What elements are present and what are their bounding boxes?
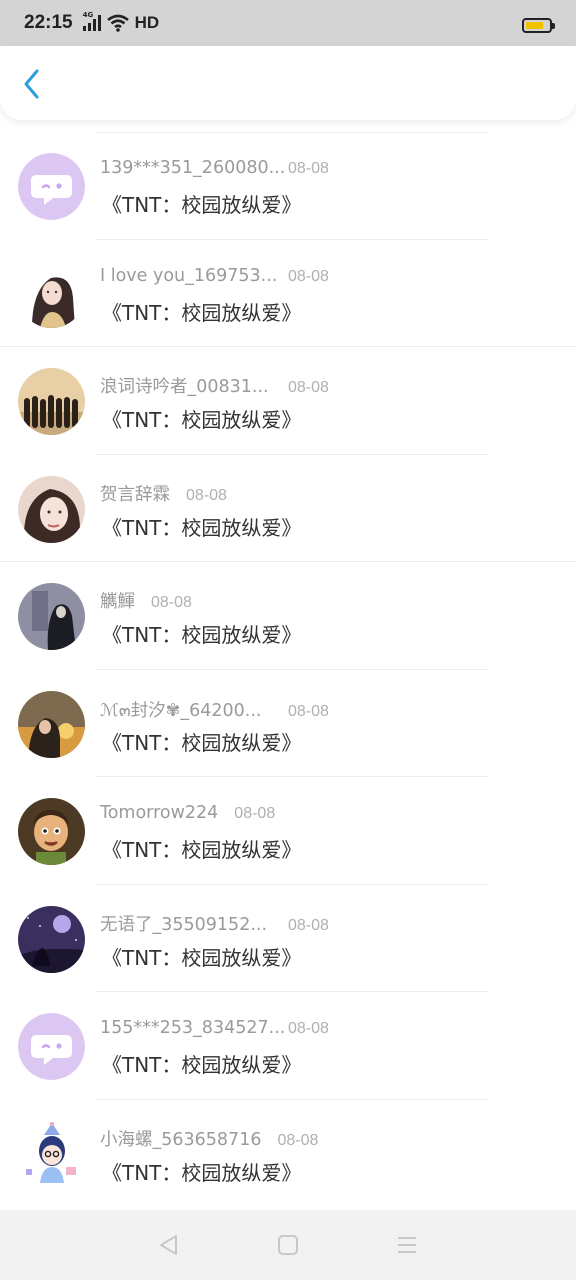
signal-icon: 4G bbox=[82, 11, 101, 31]
default-chat-avatar-icon bbox=[18, 1013, 85, 1080]
top-header bbox=[0, 46, 576, 120]
purple-night-avatar-icon bbox=[18, 905, 85, 973]
item-meta: Tomorrow224 08-08 bbox=[100, 803, 275, 823]
item-date: 08-08 bbox=[288, 916, 329, 934]
back-button[interactable] bbox=[14, 66, 50, 102]
list-item[interactable]: ℳ๓封汐✾_64200... 08-08 《TNT：校园放纵爱》 bbox=[0, 670, 576, 777]
nav-home-button[interactable] bbox=[268, 1225, 308, 1265]
wifi-icon bbox=[106, 14, 129, 32]
three-lines-menu-icon bbox=[397, 1237, 416, 1253]
item-title[interactable]: 《TNT：校园放纵爱》 bbox=[102, 189, 301, 218]
item-title[interactable]: 《TNT：校园放纵爱》 bbox=[102, 1157, 301, 1186]
item-title[interactable]: 《TNT：校园放纵爱》 bbox=[102, 297, 301, 326]
item-title[interactable]: 《TNT：校园放纵爱》 bbox=[102, 834, 301, 863]
item-date: 08-08 bbox=[288, 702, 329, 720]
battery-icon bbox=[522, 18, 555, 33]
cartoon-boy-avatar-icon bbox=[18, 798, 85, 865]
item-meta: 小海螺_563658716 08-08 bbox=[100, 1126, 318, 1151]
item-meta: ℳ๓封汐✾_64200... 08-08 bbox=[100, 696, 329, 724]
status-bar: 22:15 4G HD bbox=[0, 0, 576, 46]
list-item[interactable]: 觽鯶 08-08 《TNT：校园放纵爱》 bbox=[0, 562, 576, 670]
status-time: 22:15 bbox=[24, 12, 73, 33]
status-left: 22:15 4G HD bbox=[24, 11, 160, 34]
user-name[interactable]: 觽鯶 bbox=[100, 588, 135, 613]
nav-menu-button[interactable] bbox=[387, 1225, 427, 1265]
dark-figure-avatar-icon bbox=[18, 583, 85, 650]
user-name[interactable]: Tomorrow224 bbox=[100, 803, 218, 823]
birthday-cartoon-avatar-icon bbox=[18, 1120, 85, 1188]
item-meta: I love you_169753... 08-08 bbox=[100, 266, 329, 286]
item-meta: 觽鯶 08-08 bbox=[100, 588, 192, 613]
user-name[interactable]: 贺言辞霖 bbox=[100, 481, 170, 506]
item-date: 08-08 bbox=[288, 160, 329, 177]
girl-photo-avatar-icon bbox=[18, 475, 85, 543]
user-name[interactable]: 无语了_35509152... bbox=[100, 911, 272, 936]
chevron-left-icon bbox=[24, 69, 39, 99]
nav-back-button[interactable] bbox=[149, 1225, 189, 1265]
avatar[interactable] bbox=[18, 905, 85, 973]
item-title[interactable]: 《TNT：校园放纵爱》 bbox=[102, 619, 301, 648]
hd-label: HD bbox=[134, 13, 160, 32]
list-item[interactable]: 浪词诗吟者_00831... 08-08 《TNT：校园放纵爱》 bbox=[0, 347, 576, 455]
item-meta: 浪词诗吟者_00831... 08-08 bbox=[100, 373, 329, 398]
item-date: 08-08 bbox=[288, 267, 329, 285]
list-item[interactable]: 小海螺_563658716 08-08 《TNT：校园放纵爱》 bbox=[0, 1100, 576, 1208]
triangle-back-icon bbox=[160, 1235, 178, 1255]
avatar[interactable] bbox=[18, 368, 85, 435]
battery-fill bbox=[526, 22, 543, 29]
avatar[interactable] bbox=[18, 690, 85, 758]
avatar[interactable] bbox=[18, 798, 85, 865]
list-item[interactable]: 139***351_260080... 08-08 《TNT：校园放纵爱》 bbox=[0, 132, 576, 240]
user-name[interactable]: I love you_169753... bbox=[100, 266, 277, 286]
network-type: 4G bbox=[82, 11, 94, 19]
item-title[interactable]: 《TNT：校园放纵爱》 bbox=[102, 512, 301, 541]
user-name[interactable]: 浪词诗吟者_00831... bbox=[100, 373, 272, 398]
item-meta: 139***351_260080... 08-08 bbox=[100, 158, 329, 178]
item-title[interactable]: 《TNT：校园放纵爱》 bbox=[102, 942, 301, 971]
list-item[interactable]: 无语了_35509152... 08-08 《TNT：校园放纵爱》 bbox=[0, 885, 576, 992]
avatar[interactable] bbox=[18, 475, 85, 543]
item-title[interactable]: 《TNT：校园放纵爱》 bbox=[102, 1049, 301, 1078]
item-title[interactable]: 《TNT：校园放纵爱》 bbox=[102, 727, 301, 756]
sunset-girl-avatar-icon bbox=[18, 690, 85, 758]
list-item[interactable]: I love you_169753... 08-08 《TNT：校园放纵爱》 bbox=[0, 240, 576, 347]
avatar[interactable] bbox=[18, 153, 85, 220]
system-navbar bbox=[0, 1210, 576, 1280]
item-meta: 无语了_35509152... 08-08 bbox=[100, 911, 329, 936]
item-title[interactable]: 《TNT：校园放纵爱》 bbox=[102, 404, 301, 433]
default-chat-avatar-icon bbox=[18, 153, 85, 220]
avatar[interactable] bbox=[18, 1120, 85, 1188]
item-date: 08-08 bbox=[277, 1131, 319, 1149]
comment-list: 139***351_260080... 08-08 《TNT：校园放纵爱》 I lov… bbox=[0, 132, 576, 1207]
avatar[interactable] bbox=[18, 260, 85, 328]
item-meta: 贺言辞霖 08-08 bbox=[100, 481, 227, 506]
illustrated-girl-avatar-icon bbox=[18, 260, 85, 328]
avatar[interactable] bbox=[18, 583, 85, 650]
square-home-icon bbox=[278, 1235, 298, 1255]
item-date: 08-08 bbox=[151, 594, 192, 611]
item-date: 08-08 bbox=[288, 1020, 329, 1037]
item-meta: 155***253_834527... 08-08 bbox=[100, 1018, 329, 1038]
user-name[interactable]: ℳ๓封汐✾_64200... bbox=[100, 696, 272, 724]
avatar[interactable] bbox=[18, 1013, 85, 1080]
group-silhouette-avatar-icon bbox=[18, 368, 85, 435]
user-name[interactable]: 小海螺_563658716 bbox=[100, 1126, 261, 1151]
user-name[interactable]: 155***253_834527... bbox=[100, 1018, 285, 1038]
list-item[interactable]: 贺言辞霖 08-08 《TNT：校园放纵爱》 bbox=[0, 455, 576, 562]
item-date: 08-08 bbox=[288, 379, 329, 396]
list-item[interactable]: 155***253_834527... 08-08 《TNT：校园放纵爱》 bbox=[0, 992, 576, 1100]
user-name[interactable]: 139***351_260080... bbox=[100, 158, 285, 178]
item-date: 08-08 bbox=[234, 805, 276, 822]
list-item[interactable]: Tomorrow224 08-08 《TNT：校园放纵爱》 bbox=[0, 777, 576, 885]
item-date: 08-08 bbox=[186, 486, 227, 504]
